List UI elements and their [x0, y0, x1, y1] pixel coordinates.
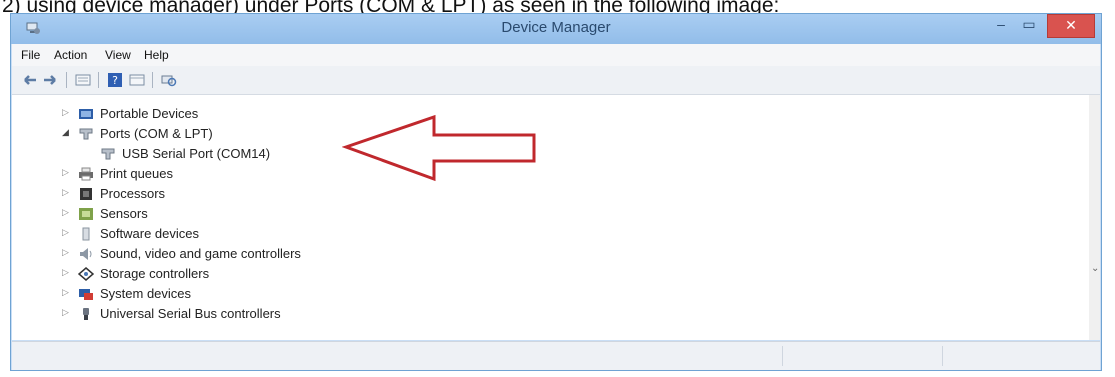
menu-help[interactable]: Help	[144, 48, 169, 62]
svg-text:?: ?	[112, 74, 118, 87]
properties-icon[interactable]	[74, 72, 92, 88]
expand-arrow-icon[interactable]: ▷	[62, 167, 72, 178]
tree-node-label: Ports (COM & LPT)	[100, 126, 213, 141]
minimize-button[interactable]: –	[987, 14, 1015, 36]
view-icon[interactable]	[128, 72, 146, 88]
expand-arrow-icon[interactable]: ▷	[62, 267, 72, 278]
annotation-arrow	[342, 114, 536, 182]
port-icon	[79, 128, 93, 140]
expand-arrow-icon[interactable]: ▷	[62, 207, 72, 218]
collapse-arrow-icon[interactable]: ◢	[62, 127, 72, 138]
menu-file[interactable]: File	[21, 48, 40, 62]
forward-arrow-icon[interactable]	[42, 72, 60, 88]
vertical-scrollbar[interactable]	[1089, 95, 1100, 340]
tree-node-label: USB Serial Port (COM14)	[122, 146, 271, 161]
speaker-icon	[80, 248, 92, 260]
tree-node-label: Sound, video and game controllers	[100, 246, 301, 261]
expand-arrow-icon[interactable]: ▷	[62, 247, 72, 258]
portable-device-icon	[79, 109, 93, 119]
expand-arrow-icon[interactable]: ▷	[62, 227, 72, 238]
maximize-button[interactable]: ▭	[1015, 14, 1043, 36]
scan-hardware-icon[interactable]	[160, 72, 178, 88]
port-icon	[101, 148, 115, 160]
scroll-down-arrow-icon[interactable]: ⌄	[1091, 263, 1099, 274]
help-icon[interactable]: ?	[106, 72, 124, 88]
storage-icon	[78, 267, 94, 281]
tree-node-label: Storage controllers	[100, 266, 210, 281]
tree-node-label: System devices	[100, 286, 192, 301]
usb-icon	[83, 308, 89, 320]
tree-node-label: Universal Serial Bus controllers	[100, 306, 281, 321]
sensor-icon	[79, 208, 93, 220]
close-button[interactable]: ✕	[1047, 14, 1095, 38]
window-title: Device Manager	[501, 19, 611, 36]
tree-node-label: Print queues	[100, 166, 173, 181]
system-device-icon	[79, 289, 93, 300]
expand-arrow-icon[interactable]: ▷	[62, 107, 72, 118]
status-divider	[782, 346, 783, 366]
toolbar-separator	[152, 72, 153, 88]
tree-node-label: Processors	[100, 186, 166, 201]
toolbar-separator	[66, 72, 67, 88]
printer-icon	[79, 167, 93, 181]
menu-view[interactable]: View	[105, 48, 131, 62]
back-arrow-icon[interactable]	[20, 72, 38, 88]
processor-icon	[80, 188, 92, 200]
device-tree: ▷ Portable Devices ◢ Ports (COM & LPT) U…	[12, 95, 1090, 340]
status-divider	[942, 346, 943, 366]
tree-node-label: Portable Devices	[100, 106, 199, 121]
expand-arrow-icon[interactable]: ▷	[62, 187, 72, 198]
menu-action[interactable]: Action	[54, 48, 87, 62]
toolbar: ?	[12, 66, 1100, 95]
toolbar-separator	[98, 72, 99, 88]
menu-bar: File Action View Help	[12, 44, 1100, 66]
expand-arrow-icon[interactable]: ▷	[62, 287, 72, 298]
status-bar	[12, 341, 1100, 370]
tree-node-label: Sensors	[100, 206, 148, 221]
tree-node-label: Software devices	[100, 226, 199, 241]
software-device-icon	[82, 227, 90, 241]
device-manager-window: Device Manager – ▭ ✕ File Action View He…	[10, 13, 1102, 371]
expand-arrow-icon[interactable]: ▷	[62, 307, 72, 318]
title-bar[interactable]: Device Manager – ▭ ✕	[11, 14, 1101, 44]
